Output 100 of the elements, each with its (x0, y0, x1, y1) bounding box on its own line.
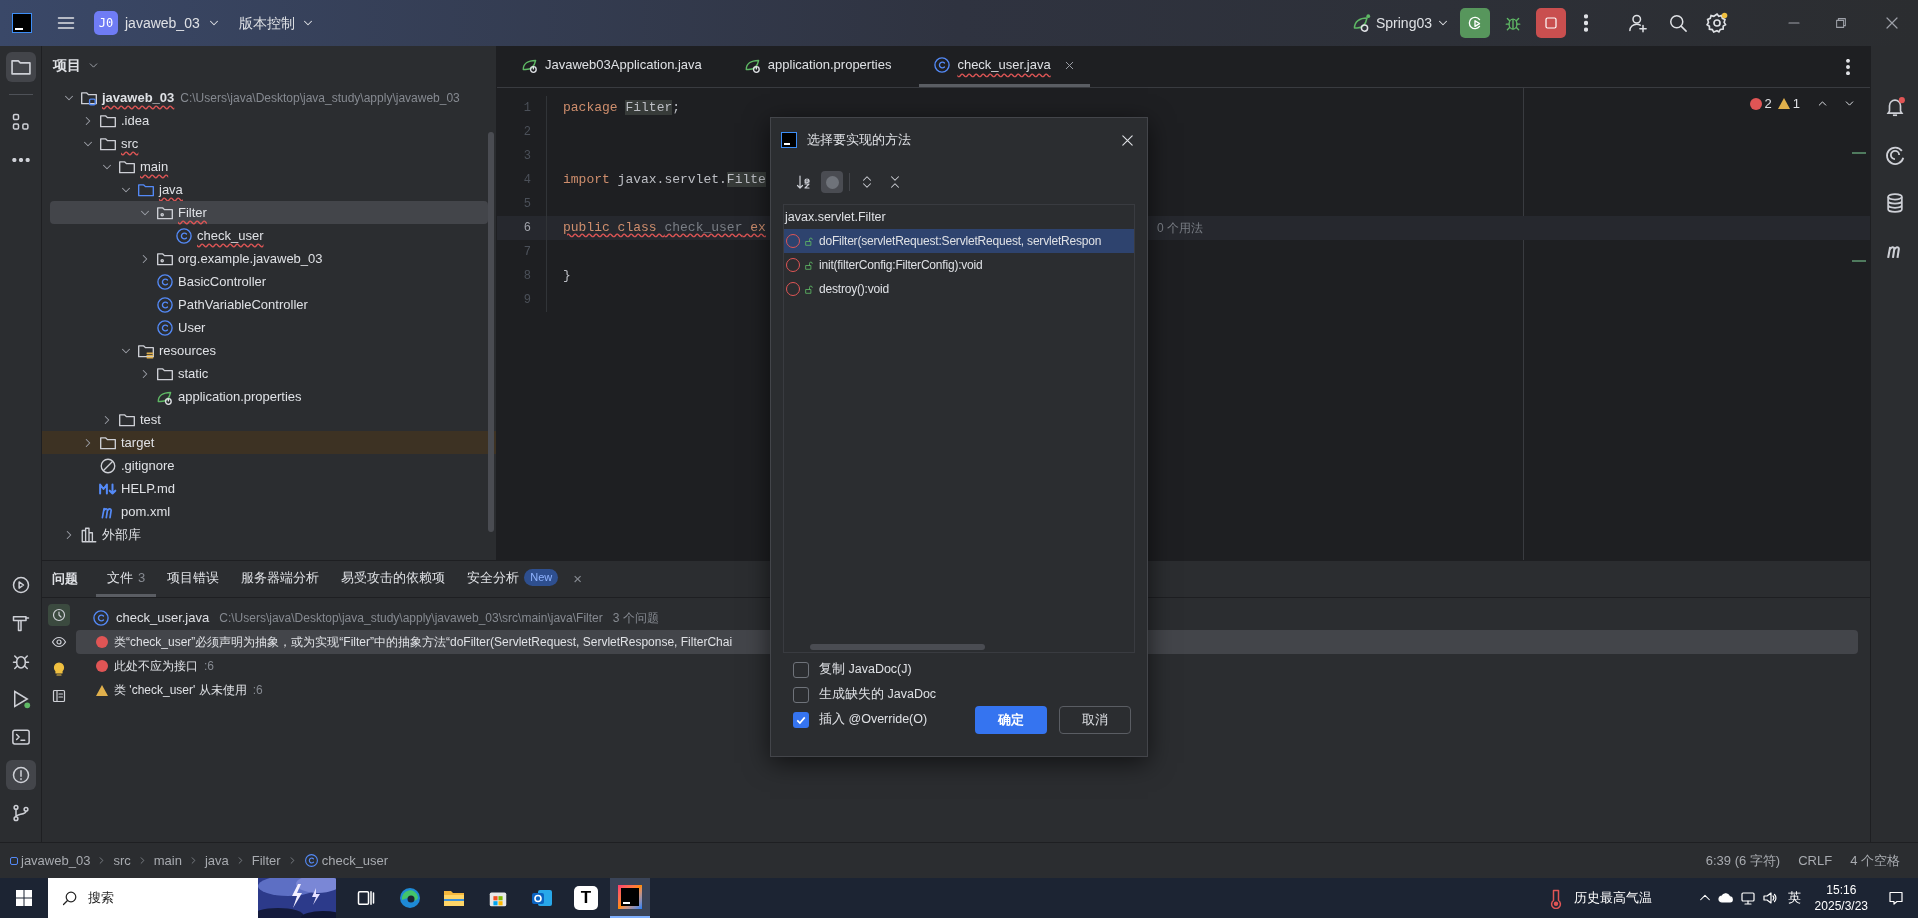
autoscroll-icon (51, 607, 67, 623)
project-selector[interactable]: J0 javaweb_03 (94, 11, 221, 35)
problems-tab[interactable]: 服务器端分析 (230, 561, 331, 597)
checkbox[interactable] (793, 711, 809, 728)
clock-time: 15:16 (1826, 882, 1857, 898)
tree-row[interactable]: test (42, 408, 496, 431)
close-icon[interactable] (1884, 15, 1900, 31)
tree-row[interactable]: check_user (42, 224, 496, 247)
app-logo-icon[interactable] (12, 13, 32, 33)
search-field[interactable]: 搜索 (48, 878, 336, 918)
rerun-button[interactable] (1460, 8, 1490, 38)
tree-row[interactable]: src (42, 132, 496, 155)
collapse-all-icon (888, 175, 902, 189)
tree-item-label: target (121, 433, 155, 452)
tree-row[interactable]: java (42, 178, 496, 201)
breadcrumb[interactable]: javaweb_03 (21, 850, 91, 871)
problems-tab[interactable]: 项目错误 (156, 561, 231, 597)
method-row[interactable]: doFilter(servletRequest:ServletRequest, servletRespon (784, 229, 1134, 253)
problem-row[interactable]: 类 'check_user' 从未使用 :6 (76, 678, 271, 702)
tree-item-label: application.properties (178, 387, 302, 406)
indent-setting[interactable]: 4 个空格 (1850, 850, 1900, 871)
tree-row[interactable]: Filter (50, 201, 488, 224)
library-icon (80, 525, 98, 544)
search-placeholder: 搜索 (88, 889, 115, 908)
windows-start-icon[interactable] (16, 890, 32, 906)
problems-icon (10, 765, 31, 785)
editor-tab[interactable]: check_user.java (919, 46, 1090, 87)
warning-icon (96, 684, 108, 696)
warning-count[interactable]: 1 (1777, 94, 1800, 114)
tool-window-button[interactable] (5, 52, 36, 82)
tree-row[interactable]: static (42, 362, 496, 385)
tree-row[interactable]: main (42, 155, 496, 178)
forbidden-icon (99, 456, 117, 475)
tree-row[interactable]: org.example.javaweb_03 (42, 247, 496, 270)
breadcrumb[interactable]: main (153, 850, 182, 871)
search-icon[interactable] (1668, 13, 1688, 33)
tree-row[interactable]: HELP.md (42, 477, 496, 500)
problems-tab[interactable]: 易受攻击的依赖项 (330, 561, 457, 597)
problem-row[interactable]: 此处不应为接口 :6 (76, 654, 222, 678)
tree-row[interactable]: .gitignore (42, 454, 496, 477)
breadcrumb[interactable]: src (113, 850, 131, 871)
input-method-indicator[interactable]: 英 (1787, 888, 1801, 908)
close-icon[interactable] (1120, 132, 1135, 148)
restore-icon[interactable] (1834, 16, 1848, 30)
network-icon[interactable] (1739, 890, 1756, 906)
tree-row[interactable]: javaweb_03 C:\Users\java\Desktop\java_study\apply\javaweb_03 (42, 86, 496, 109)
task-view-icon (356, 888, 376, 908)
tree-row[interactable]: .idea (42, 109, 496, 132)
list-icon (51, 688, 67, 704)
scrollbar[interactable] (810, 644, 985, 650)
breadcrumb[interactable]: java (204, 850, 229, 871)
caret-position[interactable]: 6:39 (6 字符) (1705, 850, 1781, 871)
spiral-icon[interactable] (1883, 144, 1906, 166)
tree-row[interactable]: application.properties (42, 385, 496, 408)
settings-icon[interactable] (1706, 12, 1728, 34)
tree-row[interactable]: 外部库 (42, 523, 496, 546)
line-separator[interactable]: CRLF (1798, 850, 1833, 871)
tree-row[interactable]: resources (42, 339, 496, 362)
tree-row[interactable]: pom.xml (42, 500, 496, 523)
tree-row[interactable]: User (42, 316, 496, 339)
method-row[interactable]: init(filterConfig:FilterConfig):void (784, 253, 1134, 277)
tree-row[interactable]: target (42, 431, 496, 454)
breadcrumb[interactable]: check_user (321, 850, 389, 871)
problem-count: 3 个问题 (612, 610, 659, 627)
tree-row[interactable]: BasicController (42, 270, 496, 293)
close-tab-button[interactable]: × (573, 567, 582, 591)
cloud-icon[interactable] (1717, 890, 1734, 906)
tree-row[interactable]: PathVariableController (42, 293, 496, 316)
breadcrumb[interactable]: Filter (251, 850, 281, 871)
error-count[interactable]: 2 (1749, 94, 1772, 114)
cancel-button[interactable]: 取消 (1059, 705, 1131, 734)
problems-tab[interactable]: 文件 3 (96, 561, 157, 597)
checkbox[interactable] (793, 661, 809, 678)
stop-button[interactable] (1536, 8, 1566, 38)
toolbar-button[interactable] (48, 604, 70, 626)
problems-tab[interactable]: 安全分析 New (456, 561, 570, 597)
line-hint: :6 (204, 658, 214, 675)
clock[interactable]: 15:16 2025/3/23 (1814, 882, 1868, 914)
tool-window-button[interactable] (5, 760, 36, 790)
version-control-menu[interactable]: 版本控制 (238, 12, 315, 34)
volume-icon[interactable] (1761, 890, 1778, 906)
scrollbar[interactable] (488, 132, 494, 532)
ok-button[interactable]: 确定 (975, 705, 1047, 734)
panel-title[interactable]: 项目 (53, 54, 81, 76)
run-configuration-selector[interactable]: Spring03 (1351, 12, 1450, 34)
method-row[interactable]: destroy():void (784, 277, 1134, 301)
editor-tab[interactable]: Javaweb03Application.java (507, 46, 716, 87)
add-user-icon[interactable] (1628, 13, 1648, 33)
taskbar-app[interactable]: T (566, 878, 606, 918)
editor-tab[interactable]: application.properties (729, 46, 906, 87)
class-icon (175, 226, 193, 245)
checkbox[interactable] (793, 686, 809, 703)
weather-widget[interactable]: 历史最高气温 (1545, 887, 1652, 909)
taskbar-app[interactable] (610, 878, 650, 918)
more-vertical-icon[interactable] (1584, 14, 1588, 32)
notification-center-icon[interactable] (1888, 890, 1904, 906)
module-icon (10, 856, 18, 865)
more-vertical-icon[interactable] (1846, 58, 1850, 75)
tab-label: 安全分析 (467, 568, 520, 587)
usages-hint[interactable]: 0 个用法 (1157, 219, 1203, 237)
